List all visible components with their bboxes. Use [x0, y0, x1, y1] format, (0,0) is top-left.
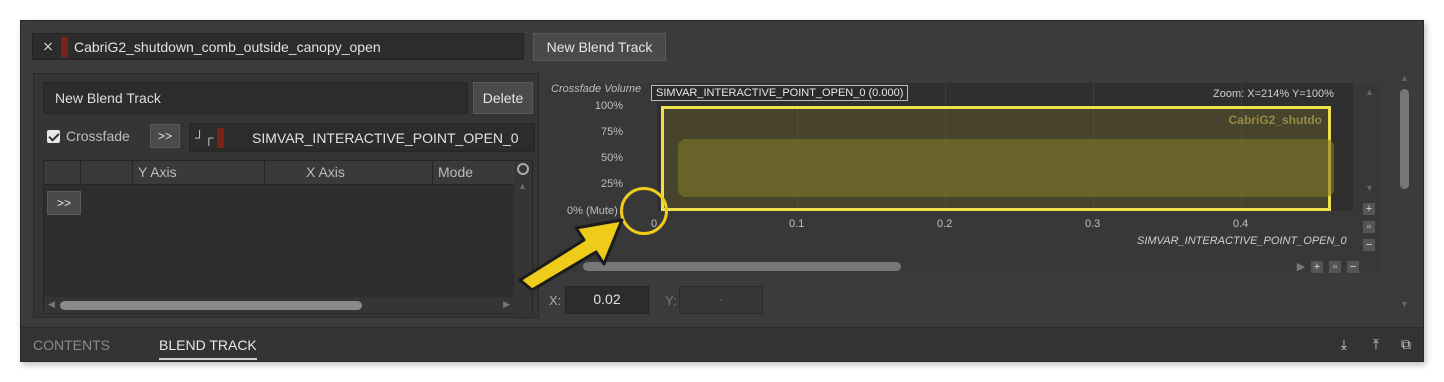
graph-area[interactable]: CabriG2_shutdo Zoom: X=214% Y=100%: [657, 83, 1353, 211]
scroll-down-icon[interactable]: ▼: [1365, 183, 1374, 193]
scrollbar-thumb[interactable]: [1400, 89, 1409, 189]
column-mode[interactable]: Mode: [438, 164, 473, 180]
graph-x-axis-label: SIMVAR_INTERACTIVE_POINT_OPEN_0: [1137, 235, 1347, 247]
simvar-color-swatch: [217, 127, 224, 148]
scroll-down-icon[interactable]: ▼: [1400, 299, 1409, 309]
zoom-icon[interactable]: [517, 163, 529, 175]
scrollbar-thumb[interactable]: [583, 262, 901, 271]
scroll-left-icon[interactable]: ◀: [48, 299, 55, 310]
simvar-field[interactable]: ┘┌ SIMVAR_INTERACTIVE_POINT_OPEN_0: [189, 123, 535, 152]
x-coord-label: X:: [549, 293, 562, 308]
graph-horizontal-scrollbar[interactable]: [545, 261, 1321, 273]
scroll-up-icon[interactable]: ▲: [518, 181, 527, 191]
y-tick-100: 100%: [594, 100, 623, 112]
x-tick-0-4: 0.4: [1233, 218, 1249, 230]
blend-curve-region: [678, 139, 1334, 197]
new-blend-track-button[interactable]: New Blend Track: [533, 33, 666, 61]
upload-icon[interactable]: ⤒: [1367, 336, 1385, 354]
graph-vertical-scrollbar[interactable]: ▲ ▼: [1361, 83, 1379, 201]
x-coord-input[interactable]: 0.02: [565, 286, 649, 314]
blend-name-field[interactable]: New Blend Track: [43, 82, 468, 114]
scroll-up-icon[interactable]: ▲: [1400, 73, 1409, 83]
column-y-axis[interactable]: Y Axis: [138, 164, 177, 180]
column-x-axis[interactable]: X Axis: [306, 164, 345, 180]
zoom-out-y-icon[interactable]: −: [1363, 239, 1375, 251]
tab-contents[interactable]: CONTENTS: [33, 337, 110, 353]
checkbox-icon: [47, 129, 60, 143]
scrollbar-thumb[interactable]: [60, 301, 362, 310]
zoom-in-x-icon[interactable]: +: [1311, 261, 1323, 273]
expand-button[interactable]: >>: [150, 124, 180, 148]
y-tick-75: 75%: [600, 126, 623, 138]
zoom-in-y-icon[interactable]: +: [1363, 203, 1375, 215]
blend-settings-panel: New Blend Track Delete Crossfade >> ┘┌ S…: [33, 73, 539, 318]
graph-y-axis-label: Crossfade Volume: [551, 83, 642, 95]
window-vertical-scrollbar[interactable]: ▲ ▼: [1397, 71, 1413, 317]
blend-track-block[interactable]: CabriG2_shutdo: [661, 106, 1334, 211]
simvar-tooltip: SIMVAR_INTERACTIVE_POINT_OPEN_0 (0.000): [651, 85, 909, 101]
row-expand-button[interactable]: >>: [47, 191, 81, 215]
crossfade-checkbox[interactable]: Crossfade: [47, 128, 130, 144]
delete-button[interactable]: Delete: [473, 82, 533, 114]
crossfade-label: Crossfade: [66, 128, 130, 144]
download-icon[interactable]: ⤓: [1335, 336, 1353, 354]
x-tick-0-2: 0.2: [937, 218, 953, 230]
axis-table-header: Y Axis X Axis Mode: [44, 161, 514, 185]
crossfade-graph-panel: Crossfade Volume 100% 75% 50% 25% 0% (Mu…: [545, 83, 1381, 273]
scroll-right-icon[interactable]: ▶: [1295, 261, 1307, 273]
annotation-arrow-icon: [518, 218, 624, 290]
scroll-up-icon[interactable]: ▲: [1365, 87, 1374, 97]
zoom-reset-x-icon[interactable]: ▫: [1329, 261, 1341, 273]
zoom-readout: Zoom: X=214% Y=100%: [1213, 88, 1334, 100]
track-name-field[interactable]: ⨯ CabriG2_shutdown_comb_outside_canopy_o…: [32, 33, 524, 60]
scroll-right-icon[interactable]: ▶: [503, 299, 510, 310]
x-tick-0-1: 0.1: [789, 218, 805, 230]
tab-bar: CONTENTS BLEND TRACK ⤓ ⤒ ⧉: [21, 327, 1423, 361]
blend-track-window: ⨯ CabriG2_shutdown_comb_outside_canopy_o…: [20, 20, 1424, 362]
graph-icon: ┘┌: [195, 130, 214, 145]
zoom-reset-y-icon[interactable]: ▫: [1363, 221, 1375, 233]
zoom-out-x-icon[interactable]: −: [1347, 261, 1359, 273]
y-coord-label: Y:: [665, 293, 677, 308]
track-color-swatch: [61, 36, 68, 57]
simvar-name: SIMVAR_INTERACTIVE_POINT_OPEN_0: [252, 129, 519, 146]
axis-table: Y Axis X Axis Mode >> ▲ ◀ ▶: [43, 160, 533, 315]
external-window-icon[interactable]: ⧉: [1397, 336, 1415, 354]
blend-block-label: CabriG2_shutdo: [1228, 113, 1322, 127]
y-coord-input: -: [679, 286, 763, 314]
y-tick-25: 25%: [600, 178, 623, 190]
track-name-text: CabriG2_shutdown_comb_outside_canopy_ope…: [74, 38, 381, 55]
x-tick-0-3: 0.3: [1085, 218, 1101, 230]
table-horizontal-scrollbar[interactable]: ◀ ▶: [44, 297, 514, 313]
y-tick-50: 50%: [600, 152, 623, 164]
blend-icon: ⨯: [42, 38, 54, 54]
tab-blend-track[interactable]: BLEND TRACK: [159, 337, 257, 360]
